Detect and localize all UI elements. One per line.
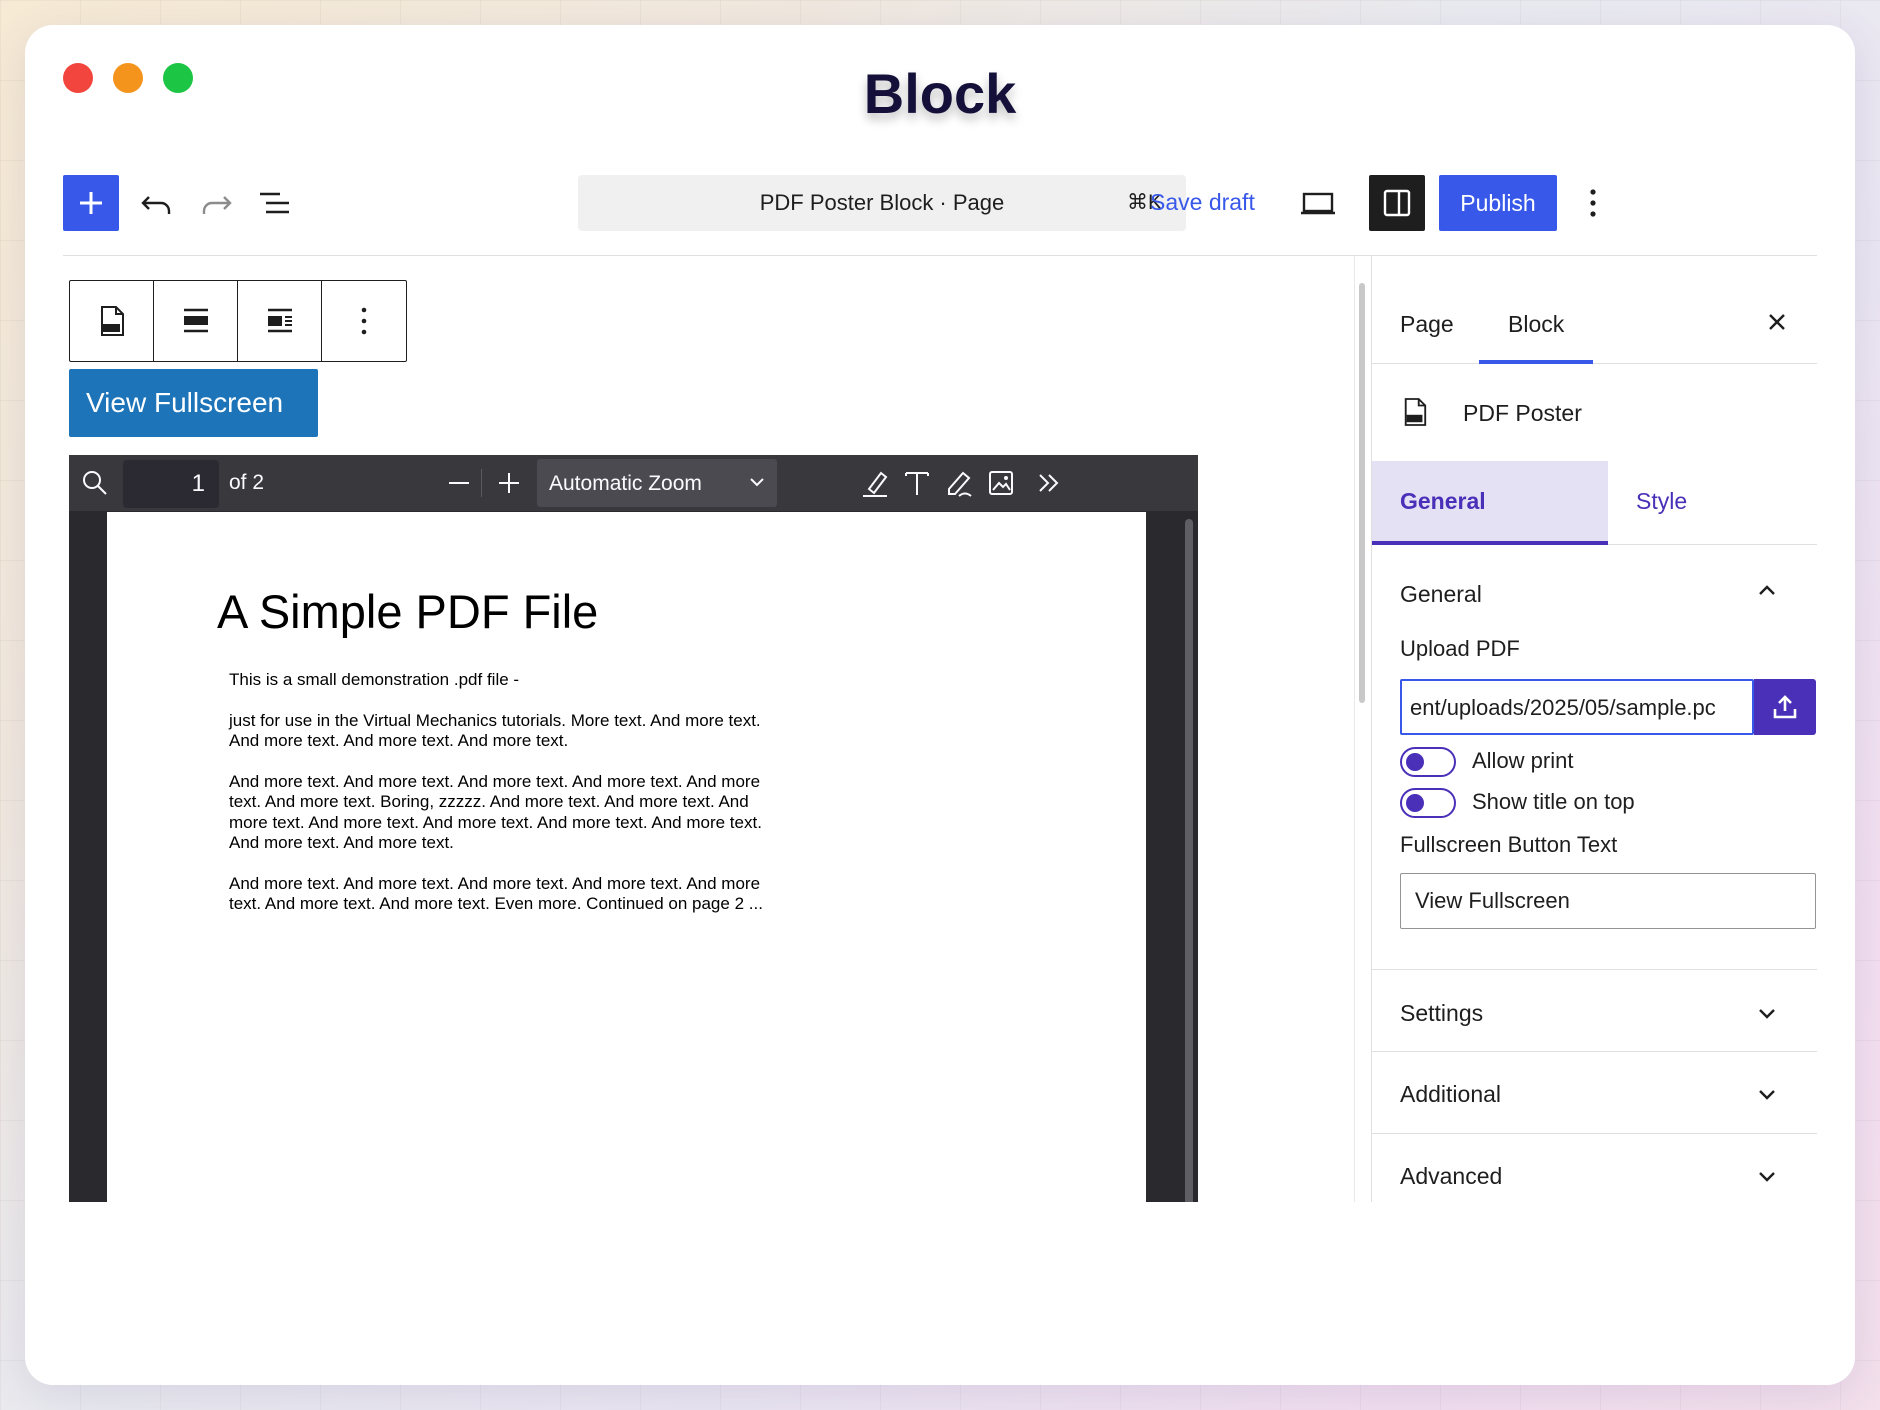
- panel-divider: [1372, 1051, 1817, 1052]
- tab-style[interactable]: Style: [1636, 488, 1687, 515]
- allow-print-label: Allow print: [1472, 748, 1574, 773]
- editor-canvas: View Fullscreen 1 of 2 Automatic Zoom A …: [63, 256, 1367, 1202]
- toolbar-separator: [481, 469, 482, 497]
- show-title-label: Show title on top: [1472, 789, 1635, 814]
- general-style-tabs: General Style: [1372, 461, 1817, 545]
- general-panel-toggle[interactable]: General: [1400, 581, 1482, 608]
- settings-sidebar-toggle[interactable]: [1369, 175, 1425, 231]
- pdf-viewer-toolbar: 1 of 2 Automatic Zoom: [69, 455, 1198, 511]
- show-title-toggle[interactable]: [1400, 788, 1456, 818]
- page-count: of 2: [229, 471, 265, 494]
- block-type-button[interactable]: [70, 281, 154, 361]
- close-icon[interactable]: [1765, 310, 1789, 334]
- tools-menu-icon[interactable]: [1033, 467, 1065, 499]
- pdf-file-icon: [1404, 398, 1427, 426]
- pdf-page: A Simple PDF File This is a small demons…: [107, 512, 1146, 1202]
- pdf-paragraph: And more text. And more text. And more t…: [229, 771, 762, 853]
- align-text-button[interactable]: [238, 281, 322, 361]
- zoom-select[interactable]: Automatic Zoom: [537, 459, 777, 507]
- fullscreen-text-input[interactable]: View Fullscreen: [1400, 873, 1816, 929]
- chevron-up-icon[interactable]: [1755, 579, 1779, 603]
- panel-divider: [1372, 1133, 1817, 1134]
- tab-block[interactable]: Block: [1508, 311, 1564, 338]
- settings-sidebar: Page Block PDF Poster General Style Gene…: [1371, 256, 1817, 1202]
- canvas-scrollbar[interactable]: [1359, 283, 1365, 703]
- chevron-down-icon: [750, 478, 764, 487]
- tab-general-label: General: [1400, 488, 1486, 514]
- upload-pdf-button[interactable]: [1754, 679, 1816, 735]
- advanced-panel-toggle[interactable]: Advanced: [1400, 1163, 1502, 1190]
- zoom-value: Automatic Zoom: [549, 472, 702, 495]
- view-fullscreen-button[interactable]: View Fullscreen: [69, 369, 318, 437]
- pdf-scrollbar[interactable]: [1185, 519, 1193, 1202]
- desktop-view-icon[interactable]: [1300, 187, 1336, 219]
- block-options-button[interactable]: [322, 281, 406, 361]
- tab-general[interactable]: General: [1372, 461, 1608, 545]
- tab-page[interactable]: Page: [1400, 311, 1454, 338]
- chevron-down-icon[interactable]: [1755, 1001, 1779, 1025]
- redo-icon[interactable]: [196, 183, 236, 223]
- pdf-file-icon: [100, 306, 124, 336]
- plus-icon: [80, 192, 102, 214]
- pdf-paragraph: just for use in the Virtual Mechanics tu…: [229, 710, 761, 751]
- publish-button[interactable]: Publish: [1439, 175, 1557, 231]
- upload-pdf-input[interactable]: ent/uploads/2025/05/sample.pc: [1400, 679, 1754, 735]
- block-toolbar: [69, 280, 407, 362]
- document-overview-icon[interactable]: [255, 183, 295, 223]
- editor-toolbar: PDF Poster Block · Page ⌘K Save draft Pu…: [63, 175, 1817, 231]
- pdf-viewer: 1 of 2 Automatic Zoom A Simple PDF File …: [69, 455, 1198, 1202]
- undo-icon[interactable]: [137, 183, 177, 223]
- fullscreen-text-label: Fullscreen Button Text: [1400, 832, 1618, 857]
- additional-panel-toggle[interactable]: Additional: [1400, 1081, 1501, 1108]
- pdf-paragraph: This is a small demonstration .pdf file …: [229, 670, 520, 689]
- sidebar-tabs: Page Block: [1372, 256, 1817, 364]
- canvas-divider: [1354, 256, 1355, 1202]
- pdf-paragraph: And more text. And more text. And more t…: [229, 873, 763, 914]
- chevron-down-icon[interactable]: [1755, 1164, 1779, 1188]
- app-window: Block PDF Poster Block · Page ⌘K Save dr…: [25, 25, 1855, 1385]
- pdf-document-body: This is a small demonstration .pdf file …: [229, 670, 789, 935]
- more-options-icon[interactable]: [1583, 185, 1603, 221]
- allow-print-toggle[interactable]: [1400, 747, 1456, 777]
- text-tool-icon[interactable]: [901, 467, 933, 499]
- zoom-out-icon[interactable]: [445, 469, 473, 497]
- align-wide-button[interactable]: [154, 281, 238, 361]
- settings-panel-toggle[interactable]: Settings: [1400, 1000, 1483, 1027]
- panel-divider: [1372, 969, 1817, 970]
- image-icon[interactable]: [985, 467, 1017, 499]
- command-palette-bar[interactable]: PDF Poster Block · Page ⌘K: [578, 175, 1186, 231]
- block-card: PDF Poster: [1372, 364, 1817, 458]
- pdf-document-title: A Simple PDF File: [217, 585, 599, 638]
- zoom-in-icon[interactable]: [495, 469, 523, 497]
- more-vertical-icon: [361, 307, 367, 335]
- highlight-icon[interactable]: [859, 467, 891, 499]
- window-title: Block: [863, 62, 1017, 125]
- block-name: PDF Poster: [1463, 400, 1582, 426]
- upload-icon: [1773, 695, 1797, 719]
- sidebar-icon: [1383, 189, 1411, 217]
- save-draft-button[interactable]: Save draft: [1150, 189, 1255, 216]
- add-block-button[interactable]: [63, 175, 119, 231]
- upload-pdf-label: Upload PDF: [1400, 636, 1520, 661]
- page-number-input[interactable]: 1: [123, 460, 219, 508]
- search-icon[interactable]: [81, 469, 109, 497]
- chevron-down-icon[interactable]: [1755, 1082, 1779, 1106]
- media-text-icon: [267, 308, 292, 333]
- draw-icon[interactable]: [943, 467, 975, 499]
- document-title: PDF Poster Block · Page: [759, 190, 1005, 215]
- align-wide-icon: [183, 308, 208, 333]
